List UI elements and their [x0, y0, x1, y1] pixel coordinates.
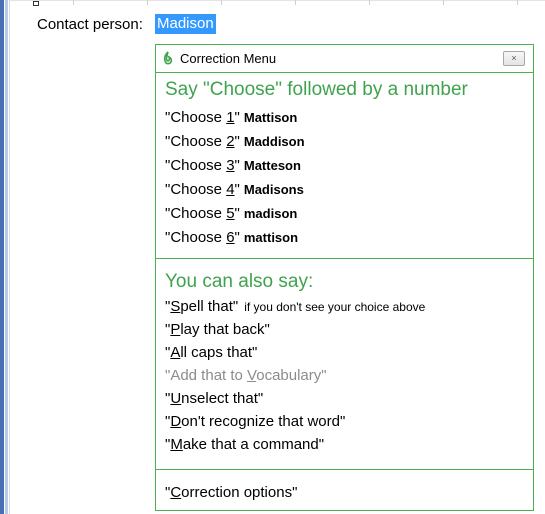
window-left-border-inner: [5, 0, 8, 514]
choice-number: 5: [226, 205, 235, 222]
command-rest: lay that back": [180, 321, 270, 338]
command-add-to-vocabulary: "Add that to Vocabulary": [165, 367, 327, 384]
choice-word: Matteson: [243, 158, 301, 173]
command-spell-that[interactable]: "Spell that" if you don't see your choice…: [165, 298, 425, 315]
choice-number: 4: [226, 181, 235, 198]
correction-menu: Correction Menu × Say "Choose" followed …: [155, 44, 534, 511]
command-key: C: [170, 484, 182, 501]
choice-prefix: "Choose: [165, 157, 227, 174]
choice-word: madison: [243, 206, 298, 221]
command-rest: nselect that": [181, 390, 264, 407]
command-correction-options[interactable]: "Correction options": [165, 484, 297, 501]
choice-word: Madisons: [243, 182, 304, 197]
correction-menu-titlebar: Correction Menu ×: [156, 45, 533, 73]
choice-number: 2: [226, 133, 235, 150]
choice-item[interactable]: "Choose 5" madison: [165, 205, 297, 222]
choice-word: mattison: [243, 230, 299, 245]
window-left-border-line: [9, 0, 10, 514]
choice-word: Maddison: [243, 134, 305, 149]
choice-prefix: "Choose: [165, 229, 227, 246]
command-hint: if you don't see your choice above: [244, 300, 426, 314]
also-say-heading: You can also say:: [165, 271, 314, 292]
choice-prefix: "Choose: [165, 109, 227, 126]
choice-quote: ": [234, 181, 240, 198]
choice-prefix: "Choose: [165, 181, 227, 198]
choice-word: Mattison: [243, 110, 298, 125]
command-play-that-back[interactable]: "Play that back": [165, 321, 270, 338]
window-left-border: [0, 0, 4, 514]
command-key: U: [170, 390, 182, 407]
command-rest: ll caps that": [180, 344, 258, 361]
command-key: A: [170, 344, 181, 361]
choice-prefix: "Choose: [165, 133, 227, 150]
command-rest: on't recognize that word": [181, 413, 346, 430]
command-prefix: "Add that to: [165, 367, 248, 384]
choice-item[interactable]: "Choose 3" Matteson: [165, 157, 301, 174]
choice-prefix: "Choose: [165, 205, 227, 222]
command-unselect-that[interactable]: "Unselect that": [165, 390, 263, 407]
choice-quote: ": [234, 229, 240, 246]
command-rest: pell that": [180, 298, 239, 315]
choice-item[interactable]: "Choose 2" Maddison: [165, 133, 305, 150]
choice-number: 6: [226, 229, 235, 246]
choice-number: 3: [226, 157, 235, 174]
command-dont-recognize-word[interactable]: "Don't recognize that word": [165, 413, 345, 430]
section-divider: [156, 469, 533, 470]
command-make-that-a-command[interactable]: "Make that a command": [165, 436, 324, 453]
command-rest: ocabulary": [256, 367, 327, 384]
choice-quote: ": [234, 157, 240, 174]
choice-quote: ": [234, 133, 240, 150]
correction-menu-title: Correction Menu: [180, 51, 277, 66]
command-rest: orrection options": [181, 484, 298, 501]
command-key: M: [170, 436, 183, 453]
command-all-caps-that[interactable]: "All caps that": [165, 344, 257, 361]
contact-person-value[interactable]: Madison: [155, 14, 216, 34]
command-key: V: [247, 367, 257, 384]
close-button[interactable]: ×: [503, 51, 525, 66]
section-divider: [156, 258, 533, 259]
choice-item[interactable]: "Choose 4" Madisons: [165, 181, 304, 198]
choice-quote: ": [234, 109, 240, 126]
contact-person-label: Contact person:: [37, 16, 143, 33]
choice-quote: ": [234, 205, 240, 222]
command-key: D: [170, 413, 182, 430]
choice-item[interactable]: "Choose 6" mattison: [165, 229, 298, 246]
choice-item[interactable]: "Choose 1" Mattison: [165, 109, 297, 126]
command-rest: ake that a command": [182, 436, 325, 453]
ruler-ticks: [10, 0, 545, 6]
resize-handle[interactable]: [33, 1, 39, 6]
choose-heading: Say "Choose" followed by a number: [165, 79, 468, 100]
command-key: S: [170, 298, 181, 315]
dragon-flame-icon: [163, 51, 173, 65]
choice-number: 1: [226, 109, 235, 126]
command-key: P: [170, 321, 181, 338]
